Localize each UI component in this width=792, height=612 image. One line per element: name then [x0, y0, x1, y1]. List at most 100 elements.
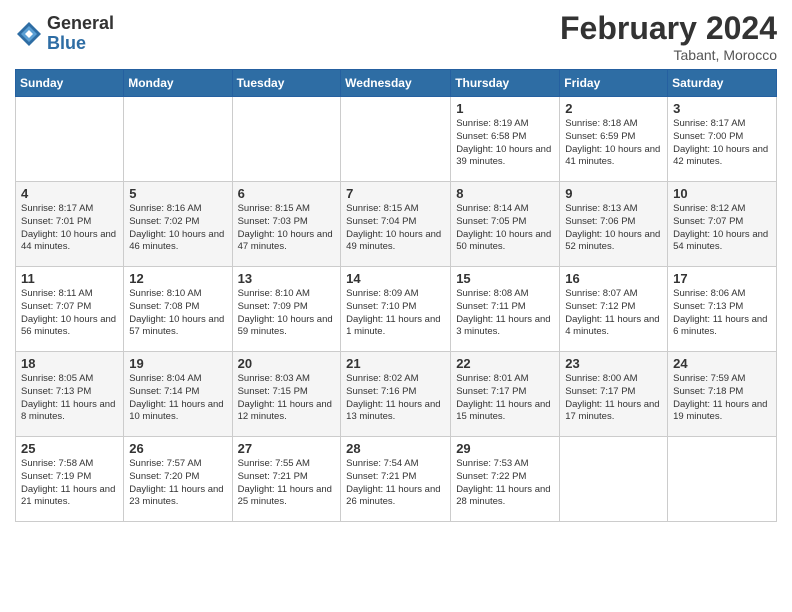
calendar-cell: 6 Sunrise: 8:15 AM Sunset: 7:03 PM Daylig… — [232, 182, 341, 267]
day-number: 4 — [21, 186, 118, 201]
calendar-cell — [124, 97, 232, 182]
day-number: 19 — [129, 356, 226, 371]
title-block: February 2024 Tabant, Morocco — [560, 10, 777, 63]
calendar-day-header: Saturday — [668, 70, 777, 97]
calendar-cell: 9 Sunrise: 8:13 AM Sunset: 7:06 PM Daylig… — [560, 182, 668, 267]
day-info: Sunrise: 8:14 AM Sunset: 7:05 PM Dayligh… — [456, 203, 554, 254]
calendar-day-header: Thursday — [451, 70, 560, 97]
day-number: 1 — [456, 101, 554, 116]
day-info: Sunrise: 7:55 AM Sunset: 7:21 PM Dayligh… — [238, 458, 336, 509]
calendar-cell: 14 Sunrise: 8:09 AM Sunset: 7:10 PM Dayli… — [341, 267, 451, 352]
logo-icon — [15, 20, 43, 48]
calendar-cell: 5Sunrise: 8:16 AM Sunset: 7:02 PM Daylig… — [124, 182, 232, 267]
day-number: 24 — [673, 356, 771, 371]
day-number: 18 — [21, 356, 118, 371]
calendar-cell: 25 Sunrise: 7:58 AM Sunset: 7:19 PM Dayli… — [16, 437, 124, 522]
day-info: Sunrise: 8:03 AM Sunset: 7:15 PM Dayligh… — [238, 373, 336, 424]
calendar-week-row: 4Sunrise: 8:17 AM Sunset: 7:01 PM Daylig… — [16, 182, 777, 267]
day-info: Sunrise: 8:02 AM Sunset: 7:16 PM Dayligh… — [346, 373, 445, 424]
day-info: Sunrise: 8:00 AM Sunset: 7:17 PM Dayligh… — [565, 373, 662, 424]
calendar-table: SundayMondayTuesdayWednesdayThursdayFrid… — [15, 69, 777, 522]
calendar-cell: 19 Sunrise: 8:04 AM Sunset: 7:14 PM Dayli… — [124, 352, 232, 437]
calendar-cell: 28 Sunrise: 7:54 AM Sunset: 7:21 PM Dayli… — [341, 437, 451, 522]
day-info: Sunrise: 7:53 AM Sunset: 7:22 PM Dayligh… — [456, 458, 554, 509]
day-info: Sunrise: 8:13 AM Sunset: 7:06 PM Dayligh… — [565, 203, 662, 254]
day-number: 7 — [346, 186, 445, 201]
calendar-cell: 15 Sunrise: 8:08 AM Sunset: 7:11 PM Dayli… — [451, 267, 560, 352]
calendar-cell: 16 Sunrise: 8:07 AM Sunset: 7:12 PM Dayli… — [560, 267, 668, 352]
day-number: 26 — [129, 441, 226, 456]
calendar-day-header: Monday — [124, 70, 232, 97]
day-info: Sunrise: 8:17 AM Sunset: 7:00 PM Dayligh… — [673, 118, 771, 169]
day-info: Sunrise: 8:05 AM Sunset: 7:13 PM Dayligh… — [21, 373, 118, 424]
day-number: 13 — [238, 271, 336, 286]
calendar-cell — [232, 97, 341, 182]
calendar-cell: 20 Sunrise: 8:03 AM Sunset: 7:15 PM Dayli… — [232, 352, 341, 437]
page-header: General Blue February 2024 Tabant, Moroc… — [15, 10, 777, 63]
calendar-cell: 27 Sunrise: 7:55 AM Sunset: 7:21 PM Dayli… — [232, 437, 341, 522]
month-title: February 2024 — [560, 10, 777, 47]
day-info: Sunrise: 8:11 AM Sunset: 7:07 PM Dayligh… — [21, 288, 118, 339]
calendar-cell: 18 Sunrise: 8:05 AM Sunset: 7:13 PM Dayli… — [16, 352, 124, 437]
day-number: 11 — [21, 271, 118, 286]
calendar-cell: 21 Sunrise: 8:02 AM Sunset: 7:16 PM Dayli… — [341, 352, 451, 437]
calendar-day-header: Tuesday — [232, 70, 341, 97]
day-info: Sunrise: 8:16 AM Sunset: 7:02 PM Dayligh… — [129, 203, 226, 254]
day-info: Sunrise: 8:18 AM Sunset: 6:59 PM Dayligh… — [565, 118, 662, 169]
day-info: Sunrise: 7:59 AM Sunset: 7:18 PM Dayligh… — [673, 373, 771, 424]
day-info: Sunrise: 8:10 AM Sunset: 7:09 PM Dayligh… — [238, 288, 336, 339]
day-info: Sunrise: 8:15 AM Sunset: 7:03 PM Dayligh… — [238, 203, 336, 254]
calendar-cell — [16, 97, 124, 182]
day-number: 14 — [346, 271, 445, 286]
calendar-header-row: SundayMondayTuesdayWednesdayThursdayFrid… — [16, 70, 777, 97]
calendar-cell: 23 Sunrise: 8:00 AM Sunset: 7:17 PM Dayli… — [560, 352, 668, 437]
calendar-cell: 3 Sunrise: 8:17 AM Sunset: 7:00 PM Daylig… — [668, 97, 777, 182]
calendar-cell: 24 Sunrise: 7:59 AM Sunset: 7:18 PM Dayli… — [668, 352, 777, 437]
calendar-week-row: 25 Sunrise: 7:58 AM Sunset: 7:19 PM Dayli… — [16, 437, 777, 522]
day-number: 27 — [238, 441, 336, 456]
day-number: 21 — [346, 356, 445, 371]
day-number: 20 — [238, 356, 336, 371]
calendar-cell: 4Sunrise: 8:17 AM Sunset: 7:01 PM Daylig… — [16, 182, 124, 267]
day-number: 2 — [565, 101, 662, 116]
day-info: Sunrise: 7:58 AM Sunset: 7:19 PM Dayligh… — [21, 458, 118, 509]
day-number: 17 — [673, 271, 771, 286]
day-number: 23 — [565, 356, 662, 371]
calendar-cell: 10Sunrise: 8:12 AM Sunset: 7:07 PM Dayli… — [668, 182, 777, 267]
logo-general-text: General — [47, 14, 114, 34]
calendar-cell: 12Sunrise: 8:10 AM Sunset: 7:08 PM Dayli… — [124, 267, 232, 352]
day-info: Sunrise: 7:57 AM Sunset: 7:20 PM Dayligh… — [129, 458, 226, 509]
day-number: 28 — [346, 441, 445, 456]
day-number: 16 — [565, 271, 662, 286]
day-number: 3 — [673, 101, 771, 116]
calendar-week-row: 1 Sunrise: 8:19 AM Sunset: 6:58 PM Daylig… — [16, 97, 777, 182]
day-number: 29 — [456, 441, 554, 456]
calendar-cell: 11 Sunrise: 8:11 AM Sunset: 7:07 PM Dayli… — [16, 267, 124, 352]
calendar-cell: 29 Sunrise: 7:53 AM Sunset: 7:22 PM Dayli… — [451, 437, 560, 522]
calendar-cell: 26 Sunrise: 7:57 AM Sunset: 7:20 PM Dayli… — [124, 437, 232, 522]
day-info: Sunrise: 7:54 AM Sunset: 7:21 PM Dayligh… — [346, 458, 445, 509]
calendar-day-header: Sunday — [16, 70, 124, 97]
day-info: Sunrise: 8:04 AM Sunset: 7:14 PM Dayligh… — [129, 373, 226, 424]
location: Tabant, Morocco — [560, 47, 777, 63]
day-number: 9 — [565, 186, 662, 201]
day-number: 6 — [238, 186, 336, 201]
day-info: Sunrise: 8:10 AM Sunset: 7:08 PM Dayligh… — [129, 288, 226, 339]
day-info: Sunrise: 8:09 AM Sunset: 7:10 PM Dayligh… — [346, 288, 445, 339]
day-info: Sunrise: 8:08 AM Sunset: 7:11 PM Dayligh… — [456, 288, 554, 339]
calendar-cell: 8Sunrise: 8:14 AM Sunset: 7:05 PM Daylig… — [451, 182, 560, 267]
calendar-cell: 17Sunrise: 8:06 AM Sunset: 7:13 PM Dayli… — [668, 267, 777, 352]
day-info: Sunrise: 8:19 AM Sunset: 6:58 PM Dayligh… — [456, 118, 554, 169]
day-info: Sunrise: 8:07 AM Sunset: 7:12 PM Dayligh… — [565, 288, 662, 339]
day-number: 25 — [21, 441, 118, 456]
day-info: Sunrise: 8:01 AM Sunset: 7:17 PM Dayligh… — [456, 373, 554, 424]
calendar-cell — [668, 437, 777, 522]
logo-blue-text: Blue — [47, 34, 114, 54]
day-info: Sunrise: 8:15 AM Sunset: 7:04 PM Dayligh… — [346, 203, 445, 254]
day-number: 15 — [456, 271, 554, 286]
day-number: 22 — [456, 356, 554, 371]
calendar-day-header: Wednesday — [341, 70, 451, 97]
calendar-cell: 22 Sunrise: 8:01 AM Sunset: 7:17 PM Dayli… — [451, 352, 560, 437]
calendar-cell — [341, 97, 451, 182]
logo: General Blue — [15, 14, 114, 54]
